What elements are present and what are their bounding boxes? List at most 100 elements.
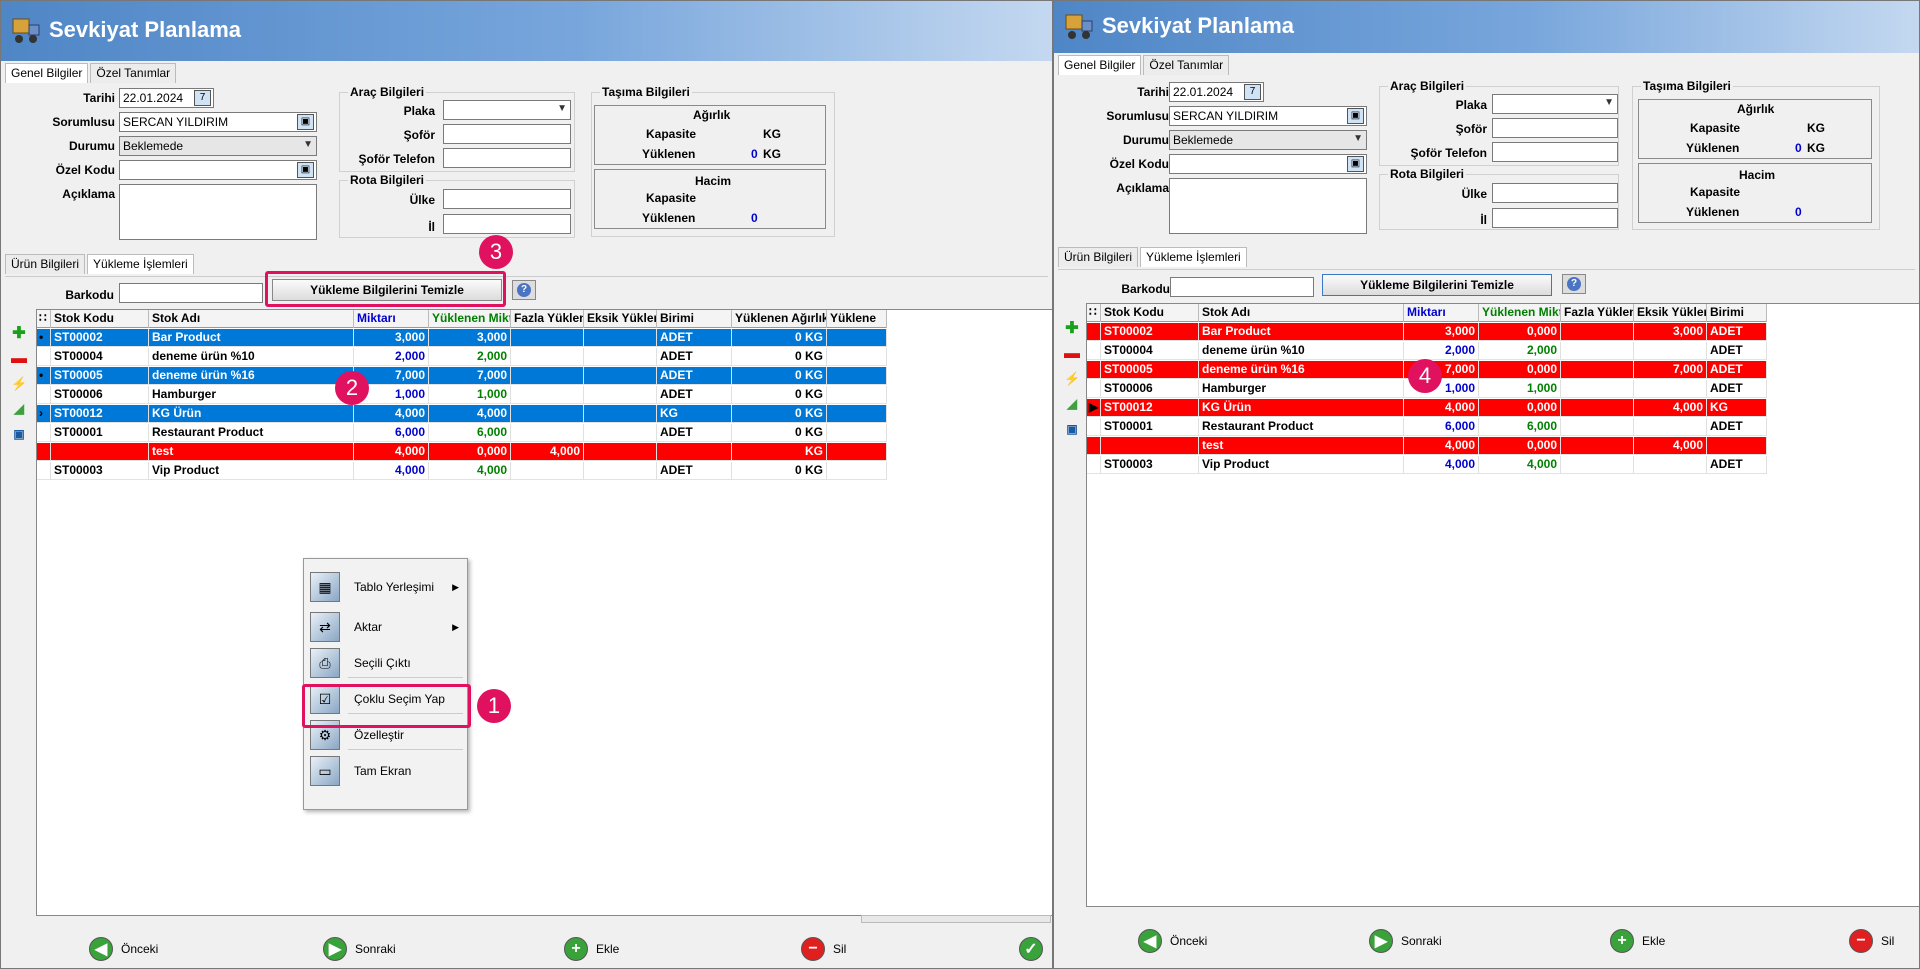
tab-yukleme-islemleri[interactable]: Yükleme İşlemleri xyxy=(1140,247,1247,267)
chevron-down-icon: ▼ xyxy=(1353,133,1363,144)
column-header[interactable]: Yüklenen Miktar xyxy=(429,310,511,328)
table-cell: 4,000 xyxy=(1404,437,1479,455)
column-header[interactable]: Yüklenen Miktar xyxy=(1479,304,1561,322)
tab-ozel-tanimlar[interactable]: Özel Tanımlar xyxy=(1143,55,1230,75)
plus-icon[interactable]: ✚ xyxy=(11,326,27,342)
il-field[interactable] xyxy=(1492,208,1618,228)
table-cell xyxy=(827,367,887,385)
delete-button[interactable]: − Sil xyxy=(1849,929,1894,953)
column-header[interactable]: Eksik Yüklenen xyxy=(584,310,657,328)
pause-icon[interactable]: ▣ xyxy=(1064,421,1080,437)
grid-header: ∷Stok KoduStok AdıMiktarıYüklenen Miktar… xyxy=(37,310,887,328)
table-row[interactable]: ST00004 deneme ürün %10 2,000 2,000 ADET xyxy=(1087,342,1767,360)
lightning-icon[interactable]: ⚡ xyxy=(11,376,27,392)
minus-icon[interactable]: ▬ xyxy=(11,351,27,367)
table-row[interactable]: ST00002 Bar Product 3,000 0,000 3,000 ADET xyxy=(1087,323,1767,341)
h-scrollbar[interactable] xyxy=(861,915,1051,923)
table-row[interactable]: ▶ ST00012 KG Ürün 4,000 0,000 4,000 KG xyxy=(1087,399,1767,417)
table-cell: ST00001 xyxy=(51,424,149,442)
next-button[interactable]: ▶ Sonraki xyxy=(323,937,396,961)
ulke-field[interactable] xyxy=(443,189,571,209)
aciklama-field[interactable] xyxy=(1169,178,1367,234)
column-header[interactable]: Yüklenen Ağırlık xyxy=(732,310,827,328)
calendar-icon[interactable]: 7 xyxy=(1244,84,1261,100)
column-header[interactable]: Fazla Yüklenen xyxy=(1561,304,1634,322)
chart-icon[interactable]: ◢ xyxy=(11,401,27,417)
durum-select[interactable]: Beklemede ▼ xyxy=(1169,130,1367,150)
table-row[interactable]: test 4,000 0,000 4,000 KG xyxy=(37,443,887,461)
table-row[interactable]: ST00006 Hamburger 1,000 1,000 ADET 0 KG xyxy=(37,386,887,404)
barkod-field[interactable] xyxy=(1170,277,1314,297)
pause-icon[interactable]: ▣ xyxy=(11,426,27,442)
durum-select[interactable]: Beklemede ▼ xyxy=(119,136,317,156)
tarih-field[interactable]: 22.01.2024 7 xyxy=(119,88,214,108)
column-header[interactable]: Stok Kodu xyxy=(51,310,149,328)
ulke-field[interactable] xyxy=(1492,183,1618,203)
column-header[interactable]: Fazla Yüklenen xyxy=(511,310,584,328)
aciklama-field[interactable] xyxy=(119,184,317,240)
loading-grid[interactable]: ∷Stok KoduStok AdıMiktarıYüklenen Miktar… xyxy=(36,309,1052,916)
lightning-icon[interactable]: ⚡ xyxy=(1064,371,1080,387)
table-row[interactable]: test 4,000 0,000 4,000 xyxy=(1087,437,1767,455)
chart-icon[interactable]: ◢ xyxy=(1064,396,1080,412)
tab-yukleme-islemleri[interactable]: Yükleme İşlemleri xyxy=(87,254,194,274)
loading-grid[interactable]: ∷Stok KoduStok AdıMiktarıYüklenen Miktar… xyxy=(1086,303,1919,907)
table-row[interactable]: • ST00005 deneme ürün %16 7,000 7,000 ADET 0 K… xyxy=(37,367,887,385)
lookup-icon[interactable]: ▣ xyxy=(297,162,314,178)
barkod-field[interactable] xyxy=(119,283,263,303)
lookup-icon[interactable]: ▣ xyxy=(1347,156,1364,172)
column-header[interactable]: Eksik Yüklenen xyxy=(1634,304,1707,322)
help-button[interactable]: ? xyxy=(512,280,536,300)
tab-genel-bilgiler[interactable]: Genel Bilgiler xyxy=(1058,55,1142,75)
table-row[interactable]: ST00003 Vip Product 4,000 4,000 ADET xyxy=(1087,456,1767,474)
sofor-field[interactable] xyxy=(1492,118,1618,138)
column-header[interactable]: Stok Kodu xyxy=(1101,304,1199,322)
table-cell: 1,000 xyxy=(429,386,511,404)
clear-loading-button[interactable]: Yükleme Bilgilerini Temizle xyxy=(1322,274,1552,296)
tarih-field[interactable]: 22.01.2024 7 xyxy=(1169,82,1264,102)
column-header[interactable]: Stok Adı xyxy=(149,310,354,328)
column-header[interactable]: Birimi xyxy=(657,310,732,328)
column-header[interactable]: Miktarı xyxy=(354,310,429,328)
save-button[interactable]: ✓ xyxy=(1019,937,1043,961)
ozel-kod-field[interactable]: ▣ xyxy=(1169,154,1367,174)
sofor-tel-field[interactable] xyxy=(1492,142,1618,162)
tab-urun-bilgileri[interactable]: Ürün Bilgileri xyxy=(5,254,86,274)
menu-item[interactable]: ⇄ Aktar ▶ xyxy=(304,607,467,647)
lookup-icon[interactable]: ▣ xyxy=(297,114,314,130)
sofor-tel-field[interactable] xyxy=(443,148,571,168)
table-row[interactable]: • ST00002 Bar Product 3,000 3,000 ADET 0 KG xyxy=(37,329,887,347)
table-row[interactable]: ST00001 Restaurant Product 6,000 6,000 ADET xyxy=(1087,418,1767,436)
plaka-select[interactable]: ▼ xyxy=(443,100,571,120)
minus-icon[interactable]: ▬ xyxy=(1064,346,1080,362)
sofor-field[interactable] xyxy=(443,124,571,144)
table-row[interactable]: ST00004 deneme ürün %10 2,000 2,000 ADET 0 KG xyxy=(37,348,887,366)
ozel-kod-field[interactable]: ▣ xyxy=(119,160,317,180)
tab-ozel-tanimlar[interactable]: Özel Tanımlar xyxy=(90,63,177,83)
calendar-icon[interactable]: 7 xyxy=(194,90,211,106)
prev-button[interactable]: ◀ Önceki xyxy=(1138,929,1207,953)
plus-icon[interactable]: ✚ xyxy=(1064,321,1080,337)
column-header[interactable]: Yüklene xyxy=(827,310,887,328)
sorumlu-field[interactable]: SERCAN YILDIRIM ▣ xyxy=(1169,106,1367,126)
tab-genel-bilgiler[interactable]: Genel Bilgiler xyxy=(5,63,89,83)
add-button[interactable]: + Ekle xyxy=(564,937,619,961)
sorumlu-field[interactable]: SERCAN YILDIRIM ▣ xyxy=(119,112,317,132)
column-header[interactable]: Birimi xyxy=(1707,304,1767,322)
column-header[interactable]: Miktarı xyxy=(1404,304,1479,322)
table-row[interactable]: ST00001 Restaurant Product 6,000 6,000 ADET 0… xyxy=(37,424,887,442)
lookup-icon[interactable]: ▣ xyxy=(1347,108,1364,124)
tab-urun-bilgileri[interactable]: Ürün Bilgileri xyxy=(1058,247,1139,267)
help-button[interactable]: ? xyxy=(1562,274,1586,294)
il-field[interactable] xyxy=(443,214,571,234)
menu-item[interactable]: ▦ Tablo Yerleşimi ▶ xyxy=(304,567,467,607)
table-row[interactable]: ST00003 Vip Product 4,000 4,000 ADET 0 KG xyxy=(37,462,887,480)
add-button[interactable]: + Ekle xyxy=(1610,929,1665,953)
plaka-select[interactable]: ▼ xyxy=(1492,94,1618,114)
next-button[interactable]: ▶ Sonraki xyxy=(1369,929,1442,953)
delete-button[interactable]: − Sil xyxy=(801,937,846,961)
column-header[interactable]: Stok Adı xyxy=(1199,304,1404,322)
table-row[interactable]: › ST00012 KG Ürün 4,000 4,000 KG 0 KG xyxy=(37,405,887,423)
prev-button[interactable]: ◀ Önceki xyxy=(89,937,158,961)
menu-item[interactable]: ▭ Tam Ekran xyxy=(304,751,467,791)
